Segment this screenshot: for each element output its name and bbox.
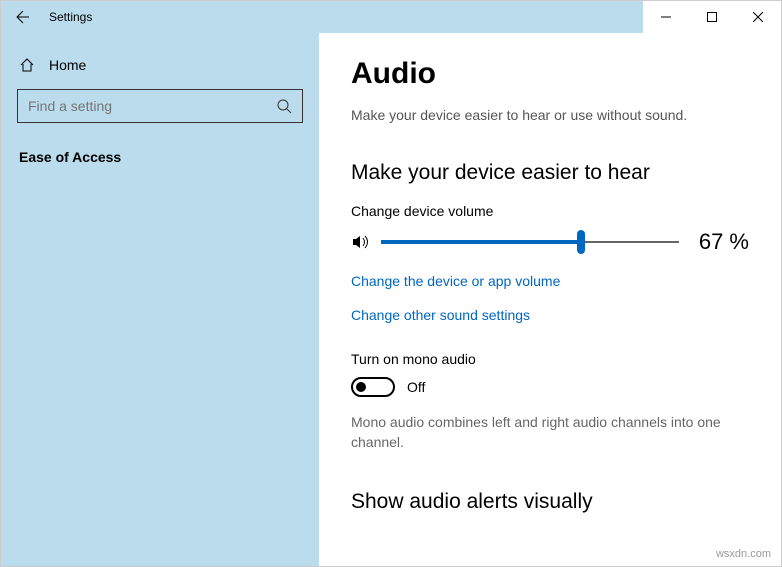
home-label: Home (49, 57, 86, 73)
mono-audio-label: Turn on mono audio (351, 351, 749, 367)
link-device-volume[interactable]: Change the device or app volume (351, 273, 749, 289)
section-hear-title: Make your device easier to hear (351, 161, 749, 185)
page-title: Audio (351, 57, 749, 91)
back-button[interactable] (1, 1, 45, 33)
back-arrow-icon (15, 9, 31, 25)
volume-label: Change device volume (351, 203, 749, 219)
toggle-knob (356, 382, 366, 392)
minimize-icon (661, 12, 671, 22)
slider-thumb[interactable] (577, 230, 585, 254)
volume-slider[interactable] (381, 230, 679, 254)
page-subtitle: Make your device easier to hear or use w… (351, 107, 749, 123)
search-input[interactable] (28, 98, 276, 114)
mono-audio-description: Mono audio combines left and right audio… (351, 413, 731, 452)
search-icon (276, 98, 292, 114)
search-box[interactable] (17, 89, 303, 123)
minimize-button[interactable] (643, 1, 689, 33)
main-content: Audio Make your device easier to hear or… (319, 33, 781, 566)
volume-percent: 67 % (689, 229, 749, 255)
link-sound-settings[interactable]: Change other sound settings (351, 307, 749, 323)
section-visual-alerts-title: Show audio alerts visually (351, 490, 749, 514)
maximize-icon (707, 12, 717, 22)
window-title: Settings (45, 10, 92, 24)
maximize-button[interactable] (689, 1, 735, 33)
mono-audio-state: Off (407, 379, 425, 395)
speaker-icon (351, 232, 371, 252)
sidebar: Home Ease of Access (1, 33, 319, 566)
watermark: wsxdn.com (716, 548, 771, 560)
close-button[interactable] (735, 1, 781, 33)
home-icon (19, 57, 35, 73)
close-icon (753, 12, 763, 22)
mono-audio-toggle[interactable] (351, 377, 395, 397)
home-nav[interactable]: Home (17, 49, 303, 89)
sidebar-category: Ease of Access (17, 149, 303, 165)
